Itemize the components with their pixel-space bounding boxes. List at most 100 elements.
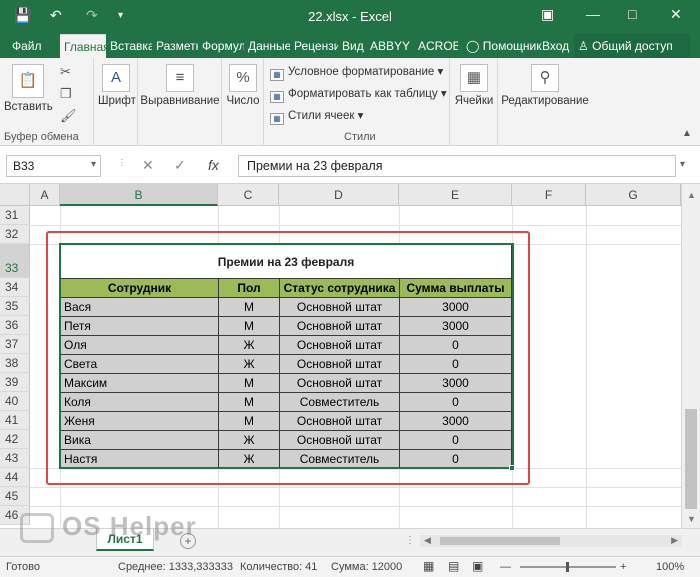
column-header-d[interactable]: D <box>279 184 399 206</box>
vertical-scrollbar[interactable]: ▲ ▼ <box>681 184 700 528</box>
font-label: Шрифт <box>98 95 136 107</box>
column-header-g[interactable]: G <box>586 184 681 206</box>
close-icon[interactable]: ✕ <box>670 6 682 23</box>
conditional-formatting-button[interactable]: ▦ Условное форматирование ▾ <box>270 64 443 81</box>
cut-icon[interactable]: ✂ <box>60 64 71 80</box>
row-header-33[interactable]: 33 <box>0 244 30 278</box>
name-box[interactable]: B33 ▾ <box>6 155 101 177</box>
lightbulb-icon: ◯ <box>466 39 480 53</box>
scroll-thumb[interactable] <box>440 537 560 545</box>
maximize-icon[interactable]: □ <box>628 6 636 22</box>
share-button[interactable]: ♙ Общий доступ <box>574 34 690 58</box>
row-header-43[interactable]: 43 <box>0 449 30 468</box>
scroll-up-icon[interactable]: ▲ <box>687 190 696 200</box>
highlight-frame <box>46 231 530 485</box>
status-bar: Готово Среднее: 1333,333333 Количество: … <box>0 556 700 577</box>
spreadsheet-grid[interactable]: A B C D E F G 31 32 33 34 35 36 37 38 39… <box>0 184 700 528</box>
minimize-icon[interactable]: — <box>586 6 600 22</box>
tab-tell-me[interactable]: ◯ Помощник <box>462 34 545 58</box>
chevron-down-icon: ▾ <box>90 159 96 170</box>
editing-button[interactable]: ⚲ Редактирование <box>500 64 590 107</box>
insert-function-icon[interactable]: fx <box>208 157 219 173</box>
scroll-right-icon[interactable]: ▶ <box>671 535 678 546</box>
name-box-value: B33 <box>13 159 35 173</box>
conditional-formatting-label: Условное форматирование <box>288 66 435 78</box>
row-header-32[interactable]: 32 <box>0 225 30 244</box>
tab-formulas[interactable]: Формулы <box>198 34 244 58</box>
row-header-38[interactable]: 38 <box>0 354 30 373</box>
tab-data[interactable]: Данные <box>244 34 290 58</box>
cells-icon: ▦ <box>460 64 488 92</box>
row-header-42[interactable]: 42 <box>0 430 30 449</box>
paste-button[interactable]: 📋 Вставить <box>4 64 53 113</box>
row-header-44[interactable]: 44 <box>0 468 30 487</box>
alignment-button[interactable]: ≡ Выравнивание <box>140 64 220 107</box>
format-as-table-button[interactable]: ▦ Форматировать как таблицу ▾ <box>270 86 447 103</box>
tab-acrobat[interactable]: ACROBAT <box>414 34 458 58</box>
number-button[interactable]: % Число <box>225 64 261 107</box>
column-header-e[interactable]: E <box>399 184 512 206</box>
select-all-corner[interactable] <box>0 184 30 206</box>
ribbon-tabs: Файл Главная Вставка Разметка Формулы Да… <box>0 34 700 58</box>
watermark-text: OS Helper <box>62 511 197 541</box>
tab-insert[interactable]: Вставка <box>106 34 152 58</box>
copy-icon[interactable]: ❐ <box>60 86 72 102</box>
sign-in-link[interactable]: Вход <box>538 34 573 58</box>
tell-me-label: Помощник <box>482 39 542 53</box>
column-header-f[interactable]: F <box>512 184 586 206</box>
gridline <box>30 506 681 507</box>
scroll-thumb[interactable] <box>685 409 697 509</box>
cell-styles-icon: ▦ <box>270 113 284 125</box>
row-header-37[interactable]: 37 <box>0 335 30 354</box>
tab-view[interactable]: Вид <box>338 34 366 58</box>
tab-abbyy[interactable]: ABBYY FineReader <box>366 34 414 58</box>
font-button[interactable]: A Шрифт <box>98 64 136 107</box>
cancel-icon[interactable]: ✕ <box>142 157 154 174</box>
collapse-ribbon-icon[interactable]: ▲ <box>682 128 692 139</box>
tab-review[interactable]: Рецензирование <box>290 34 338 58</box>
cells-button[interactable]: ▦ Ячейки <box>454 64 494 107</box>
page-layout-view-icon[interactable]: ▤ <box>448 559 459 573</box>
row-header-34[interactable]: 34 <box>0 278 30 297</box>
zoom-out-icon[interactable]: — <box>500 561 511 573</box>
search-icon: ⚲ <box>531 64 559 92</box>
formula-input[interactable]: Премии на 23 февраля <box>238 155 676 177</box>
horizontal-scrollbar[interactable]: ◀ ▶ <box>420 535 682 547</box>
zoom-level[interactable]: 100% <box>656 561 684 573</box>
zoom-in-icon[interactable]: + <box>620 561 626 573</box>
column-header-a[interactable]: A <box>30 184 60 206</box>
chevron-down-icon[interactable]: ▾ <box>680 159 685 170</box>
enter-icon[interactable]: ✓ <box>174 157 186 174</box>
tab-file[interactable]: Файл <box>8 34 46 58</box>
share-label: Общий доступ <box>592 39 673 53</box>
row-header-31[interactable]: 31 <box>0 206 30 225</box>
row-header-40[interactable]: 40 <box>0 392 30 411</box>
gridline <box>586 206 587 528</box>
paste-label: Вставить <box>4 101 53 113</box>
row-header-39[interactable]: 39 <box>0 373 30 392</box>
tab-home[interactable]: Главная <box>60 34 106 58</box>
status-count: Количество: 41 <box>240 561 318 573</box>
number-label: Число <box>226 95 260 107</box>
tab-page-layout[interactable]: Разметка <box>152 34 198 58</box>
scroll-down-icon[interactable]: ▼ <box>687 514 696 524</box>
cell-styles-button[interactable]: ▦ Стили ячеек ▾ <box>270 108 363 125</box>
more-icon: ⋮ <box>118 158 126 167</box>
column-header-c[interactable]: C <box>218 184 279 206</box>
clipboard-icon: 📋 <box>12 64 44 98</box>
page-break-view-icon[interactable]: ▣ <box>472 559 483 573</box>
row-header-41[interactable]: 41 <box>0 411 30 430</box>
zoom-slider-handle[interactable] <box>566 562 569 572</box>
align-icon: ≡ <box>166 64 194 92</box>
cells-group: ▦ Ячейки <box>450 58 498 146</box>
format-painter-icon[interactable]: 🖌 <box>60 108 77 124</box>
normal-view-icon[interactable]: ▦ <box>423 559 434 573</box>
scroll-left-icon[interactable]: ◀ <box>424 535 431 546</box>
watermark: OS Helper <box>20 511 197 545</box>
row-header-35[interactable]: 35 <box>0 297 30 316</box>
ribbon-display-icon[interactable]: ▣ <box>541 6 554 23</box>
clipboard-group: 📋 Вставить ✂ ❐ 🖌 Буфер обмена <box>0 58 94 146</box>
column-header-b[interactable]: B <box>60 184 218 206</box>
row-header-36[interactable]: 36 <box>0 316 30 335</box>
row-header-45[interactable]: 45 <box>0 487 30 506</box>
